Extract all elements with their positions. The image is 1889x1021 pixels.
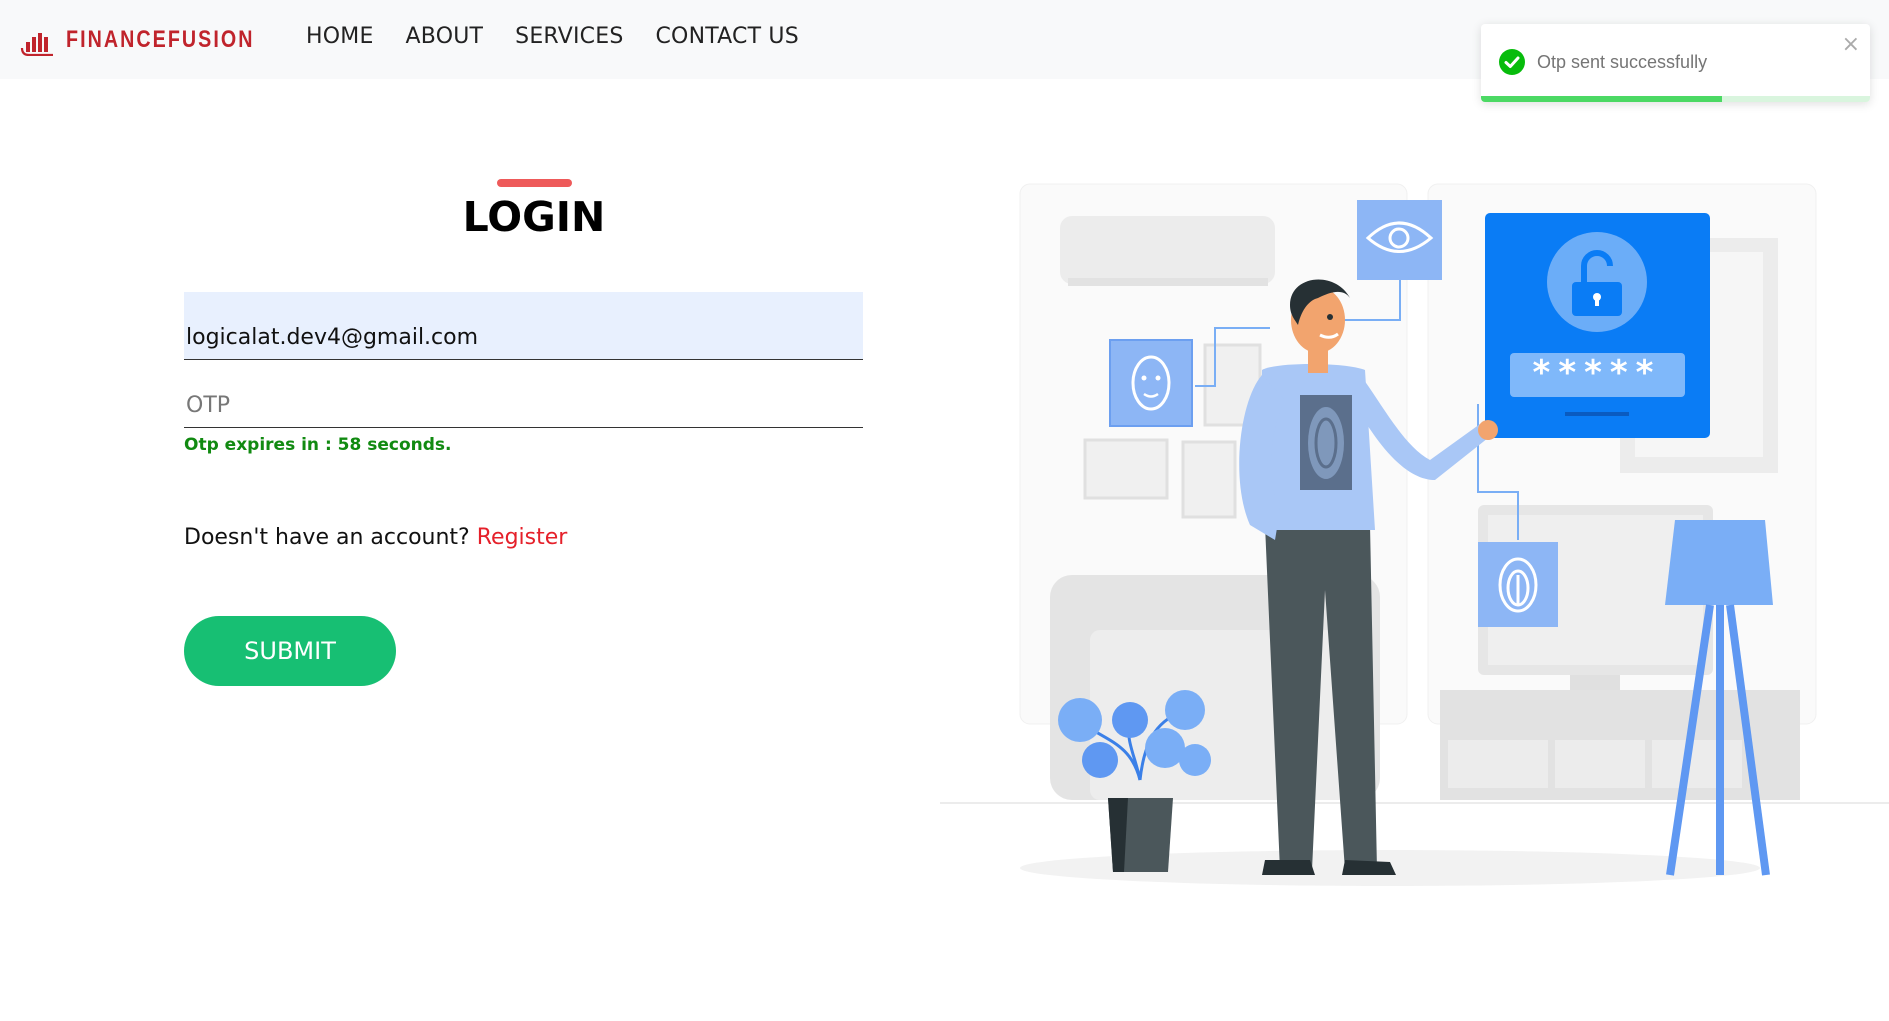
toast-message: Otp sent successfully	[1537, 52, 1708, 72]
nav-services[interactable]: SERVICES	[515, 24, 623, 49]
svg-text:*****: *****	[1533, 353, 1662, 393]
toast-close-button[interactable]: ×	[1842, 34, 1860, 56]
otp-field[interactable]	[184, 360, 863, 428]
nav-about[interactable]: ABOUT	[406, 24, 484, 49]
nav-contact-us[interactable]: CONTACT US	[656, 24, 799, 49]
bar-chart-logo-icon	[20, 33, 53, 56]
brand[interactable]: FINANCEFUSION	[20, 22, 296, 58]
page-title: LOGIN	[462, 193, 606, 241]
check-circle-icon	[1499, 49, 1525, 75]
email-field[interactable]	[184, 292, 863, 360]
title-accent-bar	[497, 179, 572, 187]
submit-button[interactable]: SUBMIT	[184, 616, 396, 686]
success-toast: Otp sent successfully ×	[1481, 24, 1870, 102]
brand-name: FINANCEFUSION	[66, 26, 255, 53]
otp-timer: Otp expires in : 58 seconds.	[184, 435, 452, 455]
toast-progress-bar	[1481, 96, 1723, 102]
fingerprint-tile-icon	[1478, 542, 1558, 627]
nav-home[interactable]: HOME	[306, 24, 374, 49]
register-link[interactable]: Register	[477, 525, 568, 550]
security-login-illustration: *****	[940, 183, 1889, 886]
register-line: Doesn't have an account? Register	[184, 525, 567, 550]
lock-password-panel-icon: *****	[1485, 213, 1710, 438]
register-prompt: Doesn't have an account?	[184, 525, 470, 550]
nav-links: HOME ABOUT SERVICES CONTACT US	[306, 24, 799, 49]
eye-tile-icon	[1357, 200, 1442, 280]
face-id-tile-icon	[1109, 339, 1193, 427]
